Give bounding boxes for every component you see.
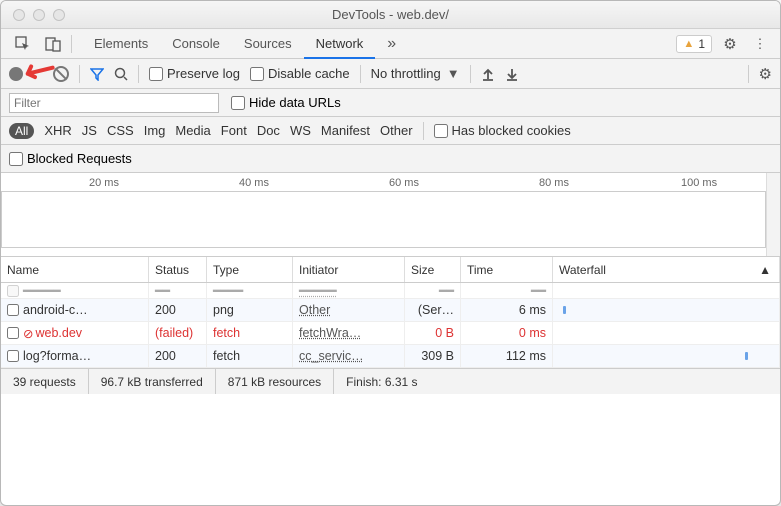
request-initiator[interactable]: Other [293,299,405,321]
separator [470,65,471,83]
request-time: 0 ms [461,322,553,344]
scrollbar[interactable] [766,173,780,256]
col-status[interactable]: Status [149,257,207,282]
tab-sources[interactable]: Sources [232,29,304,58]
request-initiator[interactable]: fetchWra… [293,322,405,344]
separator [79,65,80,83]
throttling-select[interactable]: No throttling ▼ [371,66,460,81]
tabs-overflow-icon[interactable]: » [375,35,408,53]
chevron-down-icon: ▼ [447,66,460,81]
request-initiator[interactable]: cc_servic… [293,345,405,367]
kebab-menu-icon[interactable]: ⋮ [748,32,772,56]
request-waterfall [553,299,780,321]
filter-xhr[interactable]: XHR [44,123,71,138]
request-type: fetch [207,322,293,344]
has-blocked-cookies-checkbox[interactable]: Has blocked cookies [434,123,571,138]
filter-input[interactable] [9,93,219,113]
settings-icon[interactable]: ⚙ [718,32,742,56]
filter-icon[interactable] [90,67,104,81]
request-status: 200 [149,345,207,367]
filter-font[interactable]: Font [221,123,247,138]
request-time: 6 ms [461,299,553,321]
warnings-count: 1 [698,37,705,51]
filter-img[interactable]: Img [144,123,166,138]
request-waterfall [553,322,780,344]
filter-doc[interactable]: Doc [257,123,280,138]
filter-manifest[interactable]: Manifest [321,123,370,138]
request-time: 112 ms [461,345,553,367]
search-icon[interactable] [114,67,128,81]
warnings-chip[interactable]: ▲ 1 [676,35,712,53]
footer-finish: Finish: 6.31 s [334,369,429,394]
request-name: android-c… [23,303,88,317]
request-status: (failed) [149,322,207,344]
hide-data-urls-checkbox[interactable]: Hide data URLs [231,95,341,110]
timeline-overview[interactable]: 20 ms 40 ms 60 ms 80 ms 100 ms [1,173,780,257]
request-name: log?forma… [23,349,91,363]
download-har-icon[interactable] [505,67,519,81]
request-size: 309 B [405,345,461,367]
filter-other[interactable]: Other [380,123,413,138]
filter-media[interactable]: Media [175,123,210,138]
request-type: fetch [207,345,293,367]
clear-icon [53,66,69,82]
request-name: web.dev [35,326,82,340]
timeline-body [1,191,766,248]
blocked-requests-bar: Blocked Requests [1,145,780,173]
request-size: (Ser… [405,299,461,321]
separator [423,122,424,140]
panel-tabs: Elements Console Sources Network » ▲ 1 ⚙… [1,29,780,59]
request-status: 200 [149,299,207,321]
annotation-arrow [18,53,58,93]
blocked-requests-checkbox[interactable]: Blocked Requests [9,151,132,166]
record-button[interactable] [9,67,23,81]
preserve-log-checkbox[interactable]: Preserve log [149,66,240,81]
device-toolbar-icon[interactable] [41,32,65,56]
footer-resources: 871 kB resources [216,369,334,394]
filter-bar: Hide data URLs [1,89,780,117]
footer-requests: 39 requests [1,369,89,394]
filter-ws[interactable]: WS [290,123,311,138]
separator [71,35,72,53]
status-footer: 39 requests 96.7 kB transferred 871 kB r… [1,368,780,394]
request-waterfall [553,345,780,367]
col-name[interactable]: Name [1,257,149,282]
type-filter-bar: All XHR JS CSS Img Media Font Doc WS Man… [1,117,780,145]
separator [138,65,139,83]
request-size: 0 B [405,322,461,344]
inspect-element-icon[interactable] [11,32,35,56]
col-type[interactable]: Type [207,257,293,282]
disable-cache-checkbox[interactable]: Disable cache [250,66,350,81]
sort-asc-icon: ▲ [759,263,771,277]
tab-network[interactable]: Network [304,30,376,59]
table-header: Name Status Type Initiator Size Time Wat… [1,257,780,283]
col-waterfall[interactable]: Waterfall▲ [553,257,780,282]
filter-js[interactable]: JS [82,123,97,138]
table-row[interactable]: ━━━━━ ━━━━━━━━━━━━━━━ [1,283,780,299]
tab-console[interactable]: Console [160,29,232,58]
table-row[interactable]: ⊘web.dev (failed)fetchfetchWra…0 B0 ms [1,322,780,345]
request-type: png [207,299,293,321]
footer-transferred: 96.7 kB transferred [89,369,216,394]
titlebar: DevTools - web.dev/ [1,1,780,29]
devtools-window: DevTools - web.dev/ Elements Console Sou… [0,0,781,506]
network-settings-icon[interactable]: ⚙ [759,65,772,83]
table-row[interactable]: log?forma… 200fetchcc_servic…309 B112 ms [1,345,780,368]
request-rows: ━━━━━ ━━━━━━━━━━━━━━━ android-c…200pngOt… [1,283,780,368]
tab-elements[interactable]: Elements [82,29,160,58]
upload-har-icon[interactable] [481,67,495,81]
col-time[interactable]: Time [461,257,553,282]
table-row[interactable]: android-c… 200pngOther(Ser…6 ms [1,299,780,322]
error-icon: ⊘ [23,326,33,341]
clear-button[interactable] [53,66,69,82]
col-size[interactable]: Size [405,257,461,282]
separator [748,65,749,83]
separator [360,65,361,83]
filter-all[interactable]: All [9,123,34,139]
col-initiator[interactable]: Initiator [293,257,405,282]
filter-css[interactable]: CSS [107,123,134,138]
window-title: DevTools - web.dev/ [1,7,780,22]
warning-icon: ▲ [683,38,694,50]
network-toolbar: Preserve log Disable cache No throttling… [1,59,780,89]
